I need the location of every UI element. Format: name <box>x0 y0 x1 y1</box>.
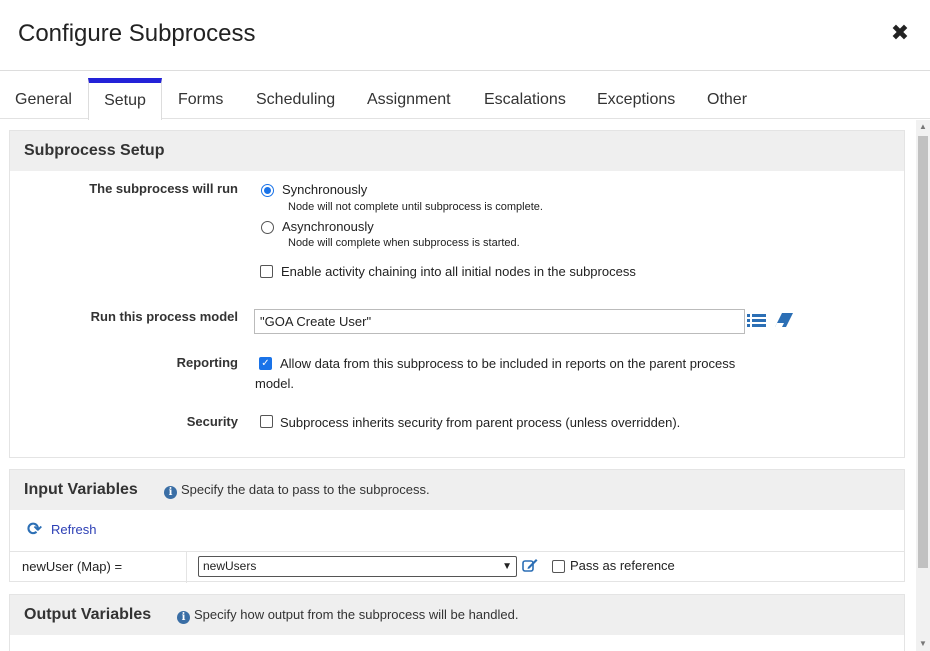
variable-name: newUser (Map) = <box>22 559 123 574</box>
security-label: Security <box>186 414 238 429</box>
dialog-title: Configure Subprocess <box>18 20 256 47</box>
reporting-text-cont: model. <box>255 376 295 391</box>
setup-content: Subprocess Setup The subprocess will run… <box>0 120 916 651</box>
section-header: Output Variables i Specify how output fro… <box>10 595 904 635</box>
process-model-field[interactable]: "GOA Create User" <box>254 309 745 334</box>
variable-value-select[interactable]: newUsers ▼ <box>198 556 517 577</box>
chevron-down-icon: ▼ <box>502 561 512 572</box>
subprocess-setup-section: Subprocess Setup <box>9 130 905 458</box>
pass-reference-label: Pass as reference <box>570 558 675 573</box>
input-variables-note-text: Specify the data to pass to the subproce… <box>181 482 430 497</box>
reporting-checkbox[interactable]: ✓ <box>259 357 272 370</box>
sync-label: Synchronously <box>282 182 368 197</box>
section-header: Subprocess Setup <box>10 131 904 171</box>
tab-setup[interactable]: Setup <box>88 78 162 120</box>
info-icon: i <box>177 611 190 624</box>
tab-general[interactable]: General <box>15 78 72 119</box>
scrollbar-thumb[interactable] <box>918 136 928 568</box>
async-description: Node will complete when subprocess is st… <box>288 237 520 249</box>
tab-other[interactable]: Other <box>707 78 747 119</box>
tab-scheduling[interactable]: Scheduling <box>256 78 335 119</box>
vertical-scrollbar[interactable]: ▲ ▼ <box>916 120 930 651</box>
variable-value: newUsers <box>203 559 257 573</box>
cell-divider <box>186 552 187 583</box>
output-variables-title: Output Variables <box>24 606 152 623</box>
output-variables-section: Output Variables i Specify how output fro… <box>9 594 905 651</box>
reporting-text: Allow data from this subprocess to be in… <box>280 356 736 371</box>
info-icon: i <box>164 486 177 499</box>
table-row: newUser (Map) = newUsers ▼ Pass as refer… <box>9 551 905 583</box>
close-icon[interactable]: ✖ <box>889 22 911 44</box>
sync-description: Node will not complete until subprocess … <box>288 201 543 213</box>
output-variables-note-text: Specify how output from the subprocess w… <box>194 607 519 622</box>
run-mode-label: The subprocess will run <box>89 181 238 196</box>
edit-icon[interactable] <box>522 558 538 578</box>
pass-reference-checkbox[interactable] <box>552 560 565 573</box>
eraser-icon[interactable] <box>774 312 794 333</box>
tab-exceptions[interactable]: Exceptions <box>597 78 675 119</box>
reporting-label: Reporting <box>176 355 238 370</box>
tab-escalations[interactable]: Escalations <box>484 78 566 119</box>
sync-radio[interactable] <box>261 184 274 197</box>
refresh-link[interactable]: Refresh <box>51 522 97 537</box>
tab-bar: General Setup Forms Scheduling Assignmen… <box>0 78 930 120</box>
output-variables-note: i Specify how output from the subprocess … <box>177 595 518 635</box>
security-checkbox[interactable] <box>260 415 273 428</box>
scroll-down-icon[interactable]: ▼ <box>916 637 930 651</box>
input-variables-title: Input Variables <box>24 481 138 498</box>
security-text: Subprocess inherits security from parent… <box>280 415 681 430</box>
section-header: Input Variables i Specify the data to pas… <box>10 470 904 510</box>
input-variables-note: i Specify the data to pass to the subproc… <box>164 470 430 510</box>
list-icon[interactable] <box>747 312 766 333</box>
tab-forms[interactable]: Forms <box>178 78 223 119</box>
dialog-title-bar: Configure Subprocess ✖ <box>0 0 930 71</box>
async-label: Asynchronously <box>282 219 374 234</box>
chaining-checkbox[interactable] <box>260 265 273 278</box>
async-radio[interactable] <box>261 221 274 234</box>
refresh-icon[interactable]: ⟳ <box>27 519 42 540</box>
tab-assignment[interactable]: Assignment <box>367 78 451 119</box>
chaining-label: Enable activity chaining into all initia… <box>281 264 636 279</box>
scroll-up-icon[interactable]: ▲ <box>916 120 930 134</box>
process-model-label: Run this process model <box>90 309 238 324</box>
